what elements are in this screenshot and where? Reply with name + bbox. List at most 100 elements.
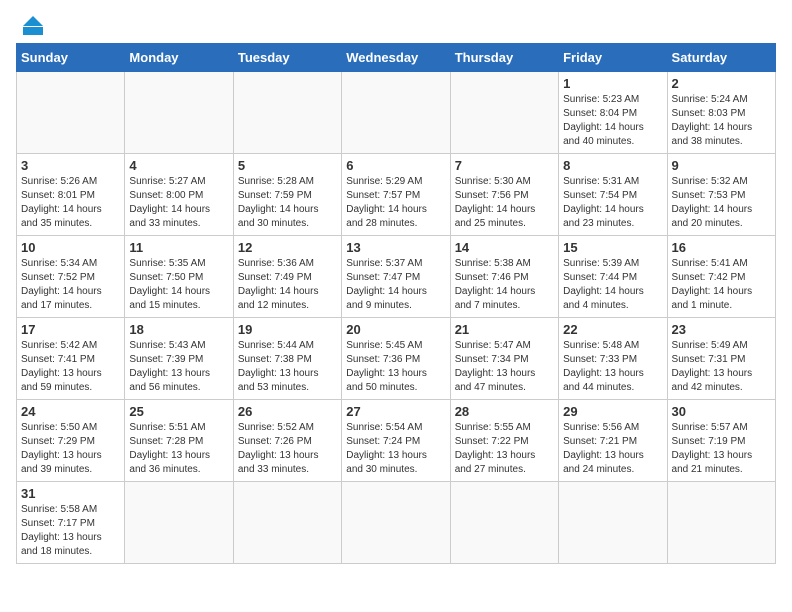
- calendar-week-3: 10 Sunrise: 5:34 AM Sunset: 7:52 PM Dayli…: [17, 236, 776, 318]
- day-number: 4: [129, 158, 228, 173]
- calendar-header-row: SundayMondayTuesdayWednesdayThursdayFrid…: [17, 44, 776, 72]
- day-info: Sunrise: 5:27 AM Sunset: 8:00 PM Dayligh…: [129, 175, 228, 231]
- calendar-cell: 6Sunrise: 5:29 AM Sunset: 7:57 PM Daylig…: [342, 154, 450, 236]
- day-number: 15: [563, 240, 662, 255]
- calendar-cell: 11 Sunrise: 5:35 AM Sunset: 7:50 PM Dayli…: [125, 236, 233, 318]
- calendar-cell: 28 Sunrise: 5:55 AM Sunset: 7:22 PM Dayli…: [450, 400, 558, 482]
- day-info: Sunrise: 5:52 AM Sunset: 7:26 PM Dayligh…: [238, 421, 337, 477]
- calendar-cell: 17Sunrise: 5:42 AM Sunset: 7:41 PM Dayli…: [17, 318, 125, 400]
- calendar-cell: [559, 482, 667, 564]
- day-info: Sunrise: 5:45 AM Sunset: 7:36 PM Dayligh…: [346, 339, 445, 395]
- calendar-cell: 16Sunrise: 5:41 AM Sunset: 7:42 PM Dayli…: [667, 236, 775, 318]
- calendar-cell: 10 Sunrise: 5:34 AM Sunset: 7:52 PM Dayli…: [17, 236, 125, 318]
- day-number: 28: [455, 404, 554, 419]
- calendar-cell: 25 Sunrise: 5:51 AM Sunset: 7:28 PM Dayli…: [125, 400, 233, 482]
- day-info: Sunrise: 5:28 AM Sunset: 7:59 PM Dayligh…: [238, 175, 337, 231]
- weekday-header-sunday: Sunday: [17, 44, 125, 72]
- day-info: Sunrise: 5:44 AM Sunset: 7:38 PM Dayligh…: [238, 339, 337, 395]
- calendar-cell: [125, 482, 233, 564]
- day-info: Sunrise: 5:34 AM Sunset: 7:52 PM Dayligh…: [21, 257, 120, 313]
- day-info: Sunrise: 5:35 AM Sunset: 7:50 PM Dayligh…: [129, 257, 228, 313]
- day-info: Sunrise: 5:42 AM Sunset: 7:41 PM Dayligh…: [21, 339, 120, 395]
- day-info: Sunrise: 5:36 AM Sunset: 7:49 PM Dayligh…: [238, 257, 337, 313]
- calendar-cell: 1 Sunrise: 5:23 AM Sunset: 8:04 PM Daylig…: [559, 72, 667, 154]
- calendar-week-1: 1 Sunrise: 5:23 AM Sunset: 8:04 PM Daylig…: [17, 72, 776, 154]
- day-info: Sunrise: 5:54 AM Sunset: 7:24 PM Dayligh…: [346, 421, 445, 477]
- day-number: 1: [563, 76, 662, 91]
- day-info: Sunrise: 5:24 AM Sunset: 8:03 PM Dayligh…: [672, 93, 771, 149]
- day-info: Sunrise: 5:56 AM Sunset: 7:21 PM Dayligh…: [563, 421, 662, 477]
- calendar-cell: [450, 72, 558, 154]
- calendar-cell: [233, 72, 341, 154]
- day-info: Sunrise: 5:48 AM Sunset: 7:33 PM Dayligh…: [563, 339, 662, 395]
- day-number: 16: [672, 240, 771, 255]
- day-info: Sunrise: 5:32 AM Sunset: 7:53 PM Dayligh…: [672, 175, 771, 231]
- day-number: 25: [129, 404, 228, 419]
- calendar-cell: 14Sunrise: 5:38 AM Sunset: 7:46 PM Dayli…: [450, 236, 558, 318]
- day-number: 7: [455, 158, 554, 173]
- day-info: Sunrise: 5:31 AM Sunset: 7:54 PM Dayligh…: [563, 175, 662, 231]
- day-number: 27: [346, 404, 445, 419]
- weekday-header-tuesday: Tuesday: [233, 44, 341, 72]
- calendar-cell: 23 Sunrise: 5:49 AM Sunset: 7:31 PM Dayli…: [667, 318, 775, 400]
- calendar-cell: 2 Sunrise: 5:24 AM Sunset: 8:03 PM Daylig…: [667, 72, 775, 154]
- calendar-cell: 9 Sunrise: 5:32 AM Sunset: 7:53 PM Daylig…: [667, 154, 775, 236]
- day-number: 29: [563, 404, 662, 419]
- day-info: Sunrise: 5:47 AM Sunset: 7:34 PM Dayligh…: [455, 339, 554, 395]
- day-number: 10: [21, 240, 120, 255]
- weekday-header-thursday: Thursday: [450, 44, 558, 72]
- day-info: Sunrise: 5:23 AM Sunset: 8:04 PM Dayligh…: [563, 93, 662, 149]
- day-number: 19: [238, 322, 337, 337]
- day-number: 20: [346, 322, 445, 337]
- page-header: [16, 16, 776, 35]
- day-number: 24: [21, 404, 120, 419]
- calendar-cell: 7 Sunrise: 5:30 AM Sunset: 7:56 PM Daylig…: [450, 154, 558, 236]
- calendar-cell: [667, 482, 775, 564]
- day-number: 6: [346, 158, 445, 173]
- day-number: 13: [346, 240, 445, 255]
- day-number: 12: [238, 240, 337, 255]
- day-info: Sunrise: 5:26 AM Sunset: 8:01 PM Dayligh…: [21, 175, 120, 231]
- calendar-cell: 13 Sunrise: 5:37 AM Sunset: 7:47 PM Dayli…: [342, 236, 450, 318]
- day-info: Sunrise: 5:58 AM Sunset: 7:17 PM Dayligh…: [21, 503, 120, 559]
- day-number: 30: [672, 404, 771, 419]
- calendar-cell: 3 Sunrise: 5:26 AM Sunset: 8:01 PM Daylig…: [17, 154, 125, 236]
- calendar-cell: [342, 72, 450, 154]
- day-number: 23: [672, 322, 771, 337]
- calendar-cell: 21 Sunrise: 5:47 AM Sunset: 7:34 PM Dayli…: [450, 318, 558, 400]
- weekday-header-wednesday: Wednesday: [342, 44, 450, 72]
- weekday-header-saturday: Saturday: [667, 44, 775, 72]
- day-info: Sunrise: 5:43 AM Sunset: 7:39 PM Dayligh…: [129, 339, 228, 395]
- calendar-week-4: 17Sunrise: 5:42 AM Sunset: 7:41 PM Dayli…: [17, 318, 776, 400]
- day-number: 3: [21, 158, 120, 173]
- calendar-cell: 24Sunrise: 5:50 AM Sunset: 7:29 PM Dayli…: [17, 400, 125, 482]
- calendar-week-2: 3 Sunrise: 5:26 AM Sunset: 8:01 PM Daylig…: [17, 154, 776, 236]
- calendar-cell: 19 Sunrise: 5:44 AM Sunset: 7:38 PM Dayli…: [233, 318, 341, 400]
- calendar-cell: [17, 72, 125, 154]
- day-number: 11: [129, 240, 228, 255]
- calendar-cell: 18Sunrise: 5:43 AM Sunset: 7:39 PM Dayli…: [125, 318, 233, 400]
- calendar-cell: [342, 482, 450, 564]
- day-info: Sunrise: 5:57 AM Sunset: 7:19 PM Dayligh…: [672, 421, 771, 477]
- calendar-cell: [233, 482, 341, 564]
- day-number: 26: [238, 404, 337, 419]
- day-number: 5: [238, 158, 337, 173]
- calendar-cell: 5 Sunrise: 5:28 AM Sunset: 7:59 PM Daylig…: [233, 154, 341, 236]
- day-number: 8: [563, 158, 662, 173]
- day-info: Sunrise: 5:51 AM Sunset: 7:28 PM Dayligh…: [129, 421, 228, 477]
- calendar-cell: 12 Sunrise: 5:36 AM Sunset: 7:49 PM Dayli…: [233, 236, 341, 318]
- weekday-header-monday: Monday: [125, 44, 233, 72]
- day-info: Sunrise: 5:30 AM Sunset: 7:56 PM Dayligh…: [455, 175, 554, 231]
- day-info: Sunrise: 5:55 AM Sunset: 7:22 PM Dayligh…: [455, 421, 554, 477]
- calendar-cell: [450, 482, 558, 564]
- day-number: 2: [672, 76, 771, 91]
- calendar-cell: 4 Sunrise: 5:27 AM Sunset: 8:00 PM Daylig…: [125, 154, 233, 236]
- day-number: 9: [672, 158, 771, 173]
- day-info: Sunrise: 5:37 AM Sunset: 7:47 PM Dayligh…: [346, 257, 445, 313]
- calendar-cell: 27 Sunrise: 5:54 AM Sunset: 7:24 PM Dayli…: [342, 400, 450, 482]
- calendar-cell: 15Sunrise: 5:39 AM Sunset: 7:44 PM Dayli…: [559, 236, 667, 318]
- day-number: 21: [455, 322, 554, 337]
- day-number: 22: [563, 322, 662, 337]
- day-info: Sunrise: 5:49 AM Sunset: 7:31 PM Dayligh…: [672, 339, 771, 395]
- calendar-cell: 30 Sunrise: 5:57 AM Sunset: 7:19 PM Dayli…: [667, 400, 775, 482]
